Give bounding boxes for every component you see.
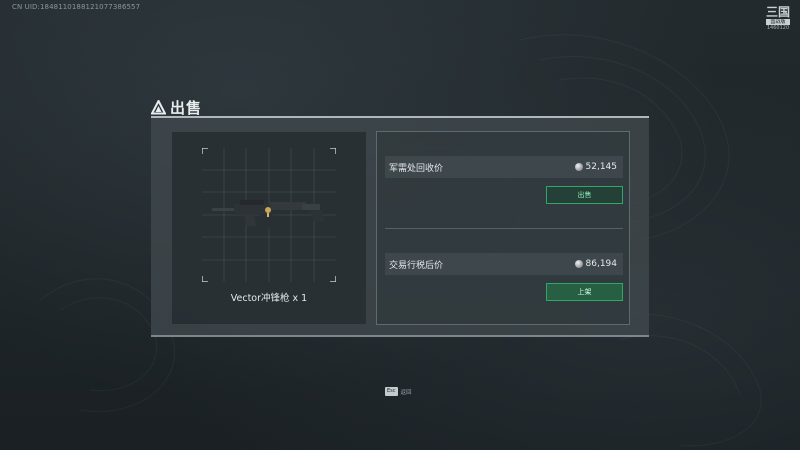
coin-icon — [574, 163, 583, 171]
logo-mark: 三国 — [766, 5, 791, 19]
item-preview: Vector冲锋枪 x 1 — [172, 132, 366, 324]
dialog-title: 出售 — [170, 99, 203, 117]
logo-number: 1460120 — [766, 25, 790, 31]
game-logo: 三国 国战版 1460120 — [766, 6, 790, 32]
warning-triangle-icon — [151, 100, 166, 115]
coin-icon — [574, 260, 583, 268]
dialog-header: 出售 — [151, 97, 202, 118]
back-label: 返回 — [400, 389, 412, 396]
recycle-price-amount: 52,145 — [585, 162, 618, 172]
trade-price-row: 交易行税后价 86,194 — [385, 253, 623, 275]
sell-button[interactable]: 出售 — [546, 186, 623, 204]
esc-key-icon[interactable]: Esc — [385, 387, 398, 396]
smg-weapon-icon — [212, 200, 324, 230]
item-name: Vector冲锋枪 x 1 — [230, 293, 308, 304]
list-on-market-button[interactable]: 上架 — [546, 283, 623, 301]
back-hint[interactable]: Esc 返回 — [385, 387, 412, 396]
trade-price-label: 交易行税后价 — [389, 261, 444, 271]
trade-price-value: 86,194 — [574, 259, 618, 269]
recycle-price-row: 军需处回收价 52,145 — [385, 156, 623, 178]
price-panel: 军需处回收价 52,145 出售 交易行税后价 86,194 上架 — [376, 131, 630, 325]
recycle-price-value: 52,145 — [574, 162, 618, 172]
trade-price-amount: 86,194 — [585, 259, 618, 269]
player-uid: CN UID:1848110188121077386557 — [12, 3, 141, 11]
section-divider — [385, 228, 623, 229]
recycle-price-label: 军需处回收价 — [389, 164, 444, 174]
